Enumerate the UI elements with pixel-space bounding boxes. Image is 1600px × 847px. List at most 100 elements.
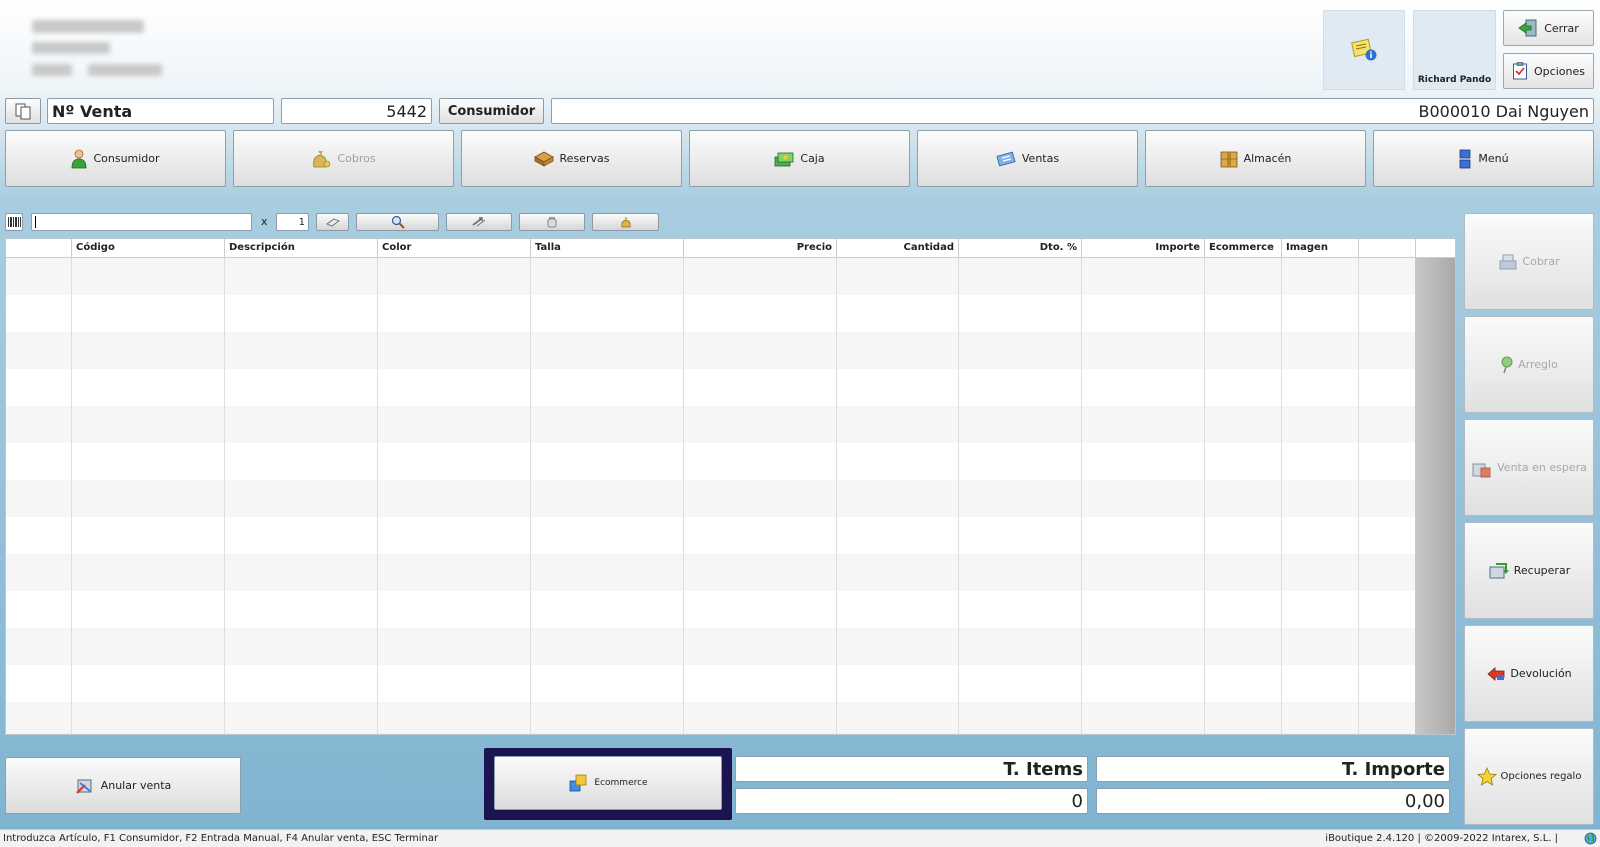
star-icon — [1476, 766, 1497, 787]
column-header-imagen[interactable]: Imagen — [1282, 239, 1359, 258]
consumer-field[interactable]: B000010 Dai Nguyen — [551, 98, 1594, 124]
copy-sale-button[interactable] — [5, 98, 41, 124]
status-hint: Introduzca Artículo, F1 Consumidor, F2 E… — [3, 833, 439, 844]
recover-icon — [1488, 561, 1510, 581]
table-scrollbar[interactable] — [1415, 258, 1455, 734]
ecommerce-button-frame: Ecommerce — [484, 748, 732, 820]
sale-number-value: 5442 — [386, 101, 427, 121]
checklist-icon — [1512, 62, 1528, 80]
nav-caja-label: Caja — [800, 152, 825, 165]
article-search-input[interactable] — [31, 213, 252, 231]
column-header-codigo[interactable]: Código — [72, 239, 225, 258]
search-icon — [391, 215, 405, 229]
nav-cobros-label: Cobros — [337, 152, 376, 165]
sale-number-label-field: Nº Venta — [47, 98, 274, 124]
options-label: Opciones — [1534, 64, 1585, 78]
person-icon — [71, 149, 87, 169]
pin-icon — [1500, 356, 1514, 374]
total-amount-label-box: T. Importe — [1096, 756, 1450, 782]
venta-en-espera-button[interactable]: Venta en espera — [1464, 419, 1594, 516]
arreglo-label: Arreglo — [1518, 358, 1558, 371]
column-header-select[interactable] — [6, 239, 72, 258]
column-header-cantidad[interactable]: Cantidad — [837, 239, 959, 258]
coin-bag-icon — [620, 216, 632, 228]
column-header-ecommerce[interactable]: Ecommerce — [1205, 239, 1282, 258]
total-amount-value: 0,00 — [1404, 790, 1445, 812]
cobrar-button[interactable]: Cobrar — [1464, 213, 1594, 310]
pause-sale-icon — [1471, 458, 1493, 478]
opciones-regalo-button[interactable]: Opciones regalo — [1464, 728, 1594, 825]
total-amount-value-box: 0,00 — [1096, 788, 1450, 814]
anular-venta-button[interactable]: Anular venta — [5, 757, 241, 814]
nav-caja-button[interactable]: Caja — [689, 130, 910, 187]
quantity-value: 1 — [298, 216, 305, 228]
warehouse-box-icon — [1220, 150, 1238, 168]
nav-menu-label: Menú — [1478, 152, 1509, 165]
arreglo-button[interactable]: Arreglo — [1464, 316, 1594, 413]
column-header-talla[interactable]: Talla — [531, 239, 684, 258]
nav-menu-button[interactable]: Menú — [1373, 130, 1594, 187]
recuperar-label: Recuperar — [1513, 564, 1571, 577]
sale-lines-table[interactable]: Código Descripción Color Talla Precio Ca… — [5, 238, 1456, 735]
version-info: iBoutique 2.4.120 | ©2009-2022 Intarex, … — [1325, 833, 1558, 844]
notes-button[interactable] — [1323, 10, 1405, 90]
ecommerce-label: Ecommerce — [594, 778, 648, 788]
eraser-icon — [325, 217, 341, 227]
note-info-icon — [1351, 38, 1377, 62]
nav-cobros-button[interactable]: Cobros — [233, 130, 454, 187]
consumer-button[interactable]: Consumidor — [439, 98, 544, 124]
arrows-icon — [471, 216, 487, 228]
gift-button[interactable] — [519, 213, 585, 231]
venta-en-espera-label: Venta en espera — [1497, 461, 1587, 474]
payment-button[interactable] — [592, 213, 659, 231]
barcode-icon[interactable] — [5, 213, 23, 231]
user-card[interactable]: Richard Pando — [1413, 10, 1496, 90]
consumer-button-label: Consumidor — [447, 103, 536, 119]
ticket-icon — [996, 151, 1016, 167]
sale-number-label: Nº Venta — [52, 101, 133, 121]
status-bar: Introduzca Artículo, F1 Consumidor, F2 E… — [0, 829, 1600, 847]
nav-reservas-button[interactable]: Reservas — [461, 130, 682, 187]
column-header-extra[interactable] — [1359, 239, 1416, 258]
multiplier-label: x — [261, 215, 268, 228]
nav-almacen-label: Almacén — [1243, 152, 1292, 165]
total-amount-label: T. Importe — [1341, 758, 1445, 780]
devolucion-label: Devolución — [1510, 667, 1572, 680]
close-button[interactable]: Cerrar — [1503, 10, 1594, 46]
nav-consumidor-label: Consumidor — [93, 152, 160, 165]
devolucion-button[interactable]: Devolución — [1464, 625, 1594, 722]
cancel-sale-icon — [75, 777, 95, 795]
options-button[interactable]: Opciones — [1503, 53, 1594, 89]
nav-almacen-button[interactable]: Almacén — [1145, 130, 1366, 187]
exit-door-icon — [1518, 19, 1538, 37]
column-header-color[interactable]: Color — [378, 239, 531, 258]
nav-reservas-label: Reservas — [559, 152, 610, 165]
cobrar-label: Cobrar — [1522, 255, 1560, 268]
quantity-input[interactable]: 1 — [276, 213, 309, 231]
total-items-value-box: 0 — [735, 788, 1088, 814]
nav-ventas-label: Ventas — [1021, 152, 1060, 165]
total-items-label-box: T. Items — [735, 756, 1088, 782]
money-bag-icon — [311, 149, 331, 169]
close-label: Cerrar — [1544, 21, 1579, 35]
menu-icon — [1458, 149, 1472, 169]
transfer-button[interactable] — [446, 213, 512, 231]
column-header-descuento[interactable]: Dto. % — [959, 239, 1082, 258]
column-header-precio[interactable]: Precio — [684, 239, 837, 258]
ecommerce-button[interactable]: Ecommerce — [494, 756, 722, 810]
search-button[interactable] — [356, 213, 439, 231]
consumer-value: B000010 Dai Nguyen — [1418, 101, 1589, 121]
cash-icon — [774, 150, 794, 168]
nav-consumidor-button[interactable]: Consumidor — [5, 130, 226, 187]
opciones-regalo-label: Opciones regalo — [1500, 771, 1582, 782]
connection-globe-icon[interactable] — [1584, 832, 1597, 845]
sale-number-field: 5442 — [281, 98, 432, 124]
nav-ventas-button[interactable]: Ventas — [917, 130, 1138, 187]
recuperar-button[interactable]: Recuperar — [1464, 522, 1594, 619]
eraser-button[interactable] — [316, 213, 349, 231]
column-header-importe[interactable]: Importe — [1082, 239, 1205, 258]
column-header-descripcion[interactable]: Descripción — [225, 239, 378, 258]
anular-venta-label: Anular venta — [100, 779, 172, 792]
return-icon — [1486, 666, 1506, 682]
jar-icon — [547, 216, 557, 228]
